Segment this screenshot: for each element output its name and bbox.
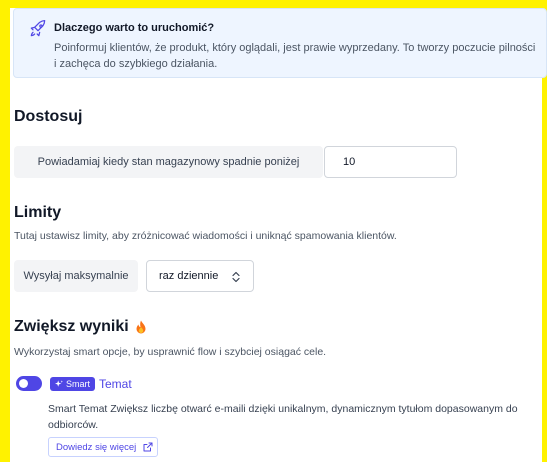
smart-subject-description: Smart Temat Zwiększ liczbę otwarć e-mail…	[48, 403, 518, 431]
sparkle-icon	[55, 380, 63, 387]
info-callout: Dlaczego warto to uruchomić? Poinformuj …	[13, 8, 547, 78]
frame-border-top	[0, 0, 547, 8]
smart-subject-title: Temat	[99, 377, 132, 391]
smart-subject-toggle[interactable]	[16, 376, 42, 391]
frame-border-left	[0, 0, 10, 462]
customize-heading: Dostosuj	[14, 108, 83, 125]
limits-heading: Limity	[14, 204, 62, 221]
toggle-knob	[19, 379, 28, 388]
info-text: Poinformuj klientów, że produkt, który o…	[54, 42, 536, 70]
smart-badge-label: Smart	[66, 379, 91, 389]
rocket-icon	[30, 20, 46, 37]
external-link-icon	[143, 442, 153, 452]
frequency-select[interactable]: raz dziennie	[146, 260, 254, 292]
learn-more-button[interactable]: Dowiedz się więcej	[48, 437, 158, 457]
stock-threshold-input[interactable]: 10	[324, 146, 457, 178]
boost-heading-text: Zwiększ wyniki	[14, 318, 129, 335]
send-max-label: Wysyłaj maksymalnie	[14, 260, 138, 292]
fire-icon	[136, 320, 146, 333]
stock-threshold-label: Powiadamiaj kiedy stan magazynowy spadni…	[14, 146, 323, 178]
smart-badge: Smart	[50, 377, 96, 391]
learn-more-label: Dowiedz się więcej	[56, 441, 137, 453]
boost-heading: Zwiększ wyniki	[14, 318, 147, 336]
limits-description: Tutaj ustawisz limity, aby zróżnicować w…	[14, 230, 397, 242]
boost-description: Wykorzystaj smart opcje, by usprawnić fl…	[14, 346, 327, 358]
chevron-updown-icon	[232, 271, 240, 283]
frequency-select-value: raz dziennie	[159, 270, 219, 282]
info-title: Dlaczego warto to uruchomić?	[54, 22, 215, 34]
